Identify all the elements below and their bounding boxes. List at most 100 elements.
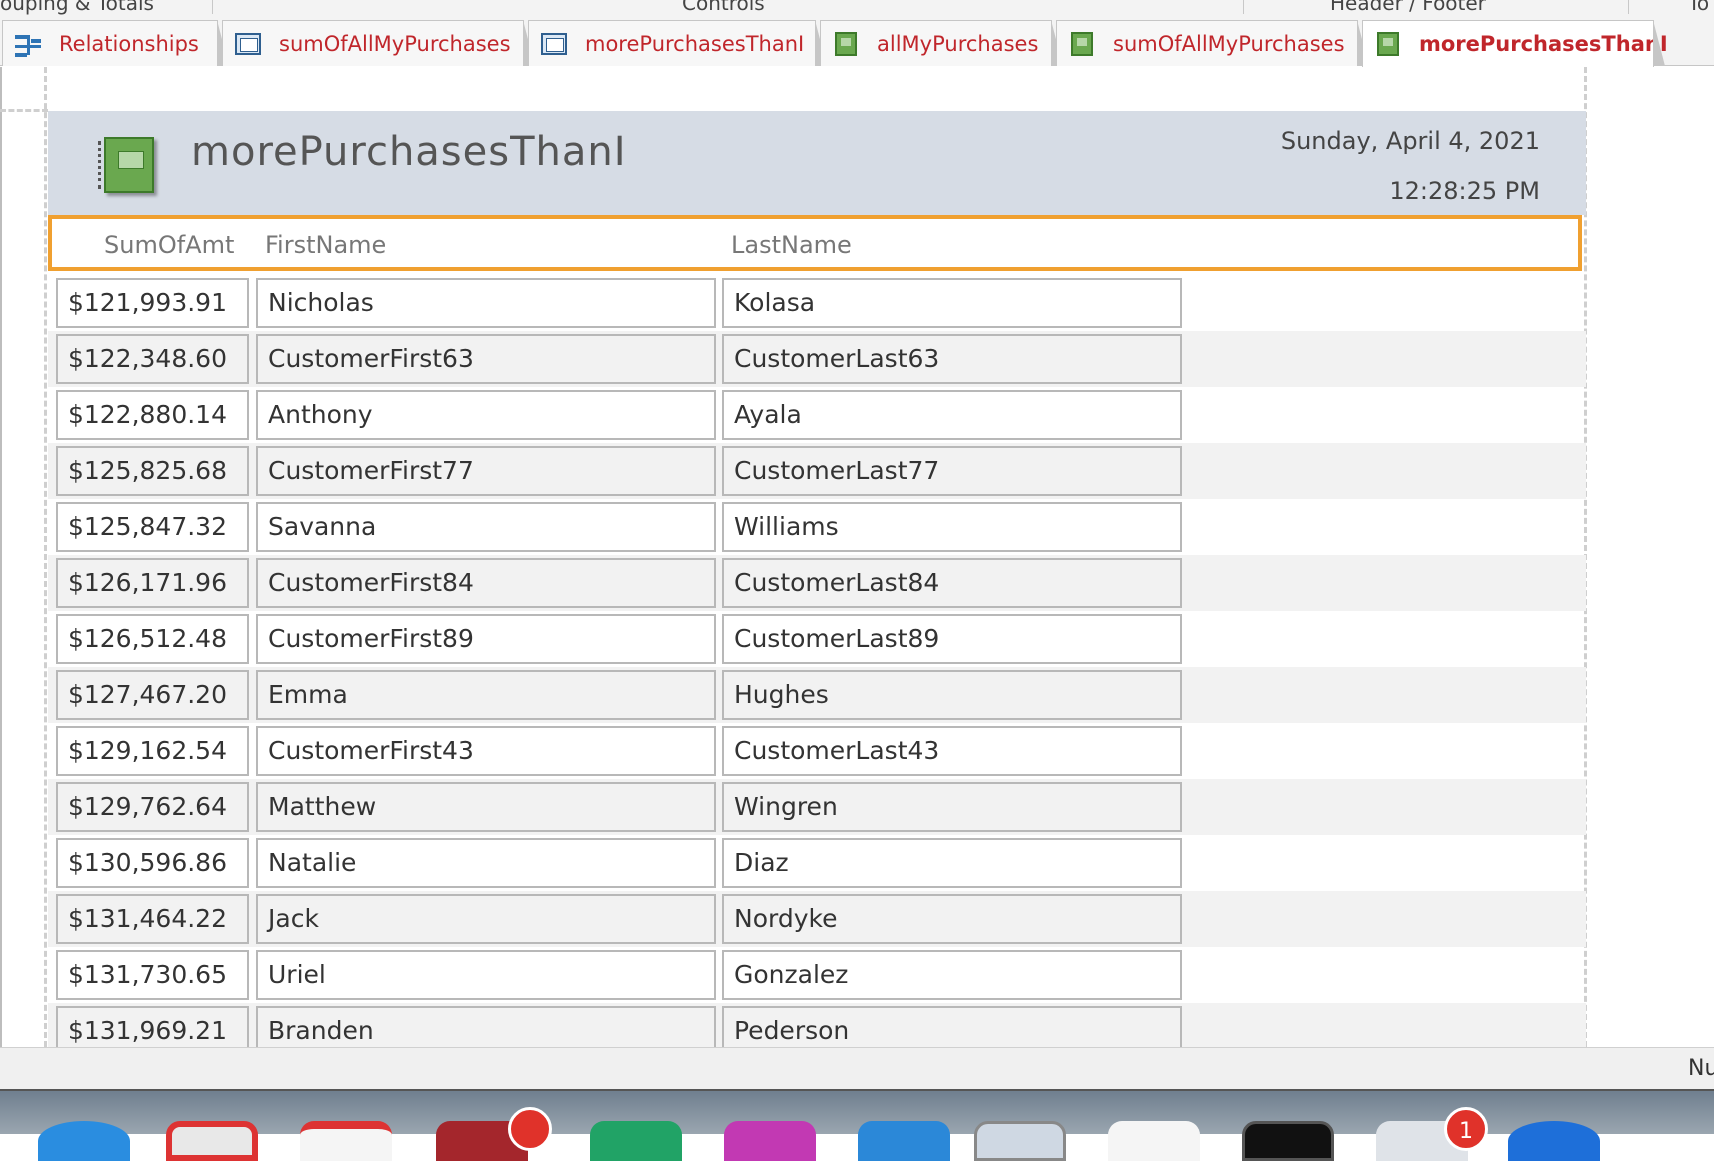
- amount-cell[interactable]: $130,596.86: [56, 838, 249, 888]
- page-header-section[interactable]: SumOfAmt FirstName LastName: [48, 215, 1582, 271]
- lastname-cell[interactable]: CustomerLast43: [722, 726, 1182, 776]
- amount-cell[interactable]: $129,162.54: [56, 726, 249, 776]
- lastname-cell[interactable]: Hughes: [722, 670, 1182, 720]
- amount-cell[interactable]: $126,512.48: [56, 614, 249, 664]
- lastname-cell[interactable]: CustomerLast77: [722, 446, 1182, 496]
- status-bar: Nu: [0, 1047, 1714, 1089]
- tab-label: sumOfAllMyPurchases: [1113, 31, 1345, 56]
- column-header-lastname[interactable]: LastName: [731, 231, 852, 259]
- table-row: $129,762.64 Matthew Wingren: [48, 779, 1586, 835]
- report-header-section[interactable]: morePurchasesThanI Sunday, April 4, 2021…: [48, 111, 1586, 215]
- lastname-cell[interactable]: Nordyke: [722, 894, 1182, 944]
- firstname-cell[interactable]: Jack: [256, 894, 716, 944]
- document-tab-bar: Relationships sumOfAllMyPurchases morePu…: [0, 16, 1714, 67]
- amount-cell[interactable]: $129,762.64: [56, 782, 249, 832]
- app-icon-10[interactable]: [1242, 1121, 1334, 1161]
- table-row: $131,730.65 Uriel Gonzalez: [48, 947, 1586, 1003]
- report-title[interactable]: morePurchasesThanI: [191, 129, 627, 175]
- ribbon-separator: [1628, 0, 1629, 14]
- app-icon-8[interactable]: [974, 1121, 1066, 1161]
- amount-cell[interactable]: $126,171.96: [56, 558, 249, 608]
- tab-query-sumofallmypurchases[interactable]: sumOfAllMyPurchases: [222, 20, 535, 66]
- firstname-cell[interactable]: CustomerFirst77: [256, 446, 716, 496]
- firstname-cell[interactable]: CustomerFirst63: [256, 334, 716, 384]
- amount-cell[interactable]: $122,880.14: [56, 390, 249, 440]
- ribbon-separator: [1243, 0, 1244, 14]
- status-numlock-indicator: Nu: [1688, 1056, 1714, 1081]
- tab-report-morepurchasesthani[interactable]: morePurchasesThanI: [1362, 20, 1668, 67]
- table-row: $121,993.91 Nicholas Kolasa: [48, 275, 1586, 331]
- tab-label: allMyPurchases: [877, 31, 1039, 56]
- lastname-cell[interactable]: Gonzalez: [722, 950, 1182, 1000]
- report-date[interactable]: Sunday, April 4, 2021: [1281, 127, 1540, 155]
- amount-cell[interactable]: $131,464.22: [56, 894, 249, 944]
- report-icon: [1373, 31, 1403, 57]
- column-header-sumofamt[interactable]: SumOfAmt: [104, 231, 234, 259]
- table-row: $122,880.14 Anthony Ayala: [48, 387, 1586, 443]
- table-row: $130,596.86 Natalie Diaz: [48, 835, 1586, 891]
- app-icon-9[interactable]: [1108, 1121, 1200, 1161]
- ribbon-separator: [212, 0, 213, 14]
- amount-cell[interactable]: $125,825.68: [56, 446, 249, 496]
- query-icon: [233, 31, 263, 57]
- ribbon-group-tools: To: [1688, 0, 1710, 15]
- table-row: $129,162.54 CustomerFirst43 CustomerLast…: [48, 723, 1586, 779]
- firstname-cell[interactable]: CustomerFirst84: [256, 558, 716, 608]
- app-icon-3[interactable]: [300, 1121, 392, 1161]
- firstname-cell[interactable]: CustomerFirst89: [256, 614, 716, 664]
- amount-cell[interactable]: $121,993.91: [56, 278, 249, 328]
- amount-cell[interactable]: $122,348.60: [56, 334, 249, 384]
- lastname-cell[interactable]: CustomerLast89: [722, 614, 1182, 664]
- relationships-icon: [13, 31, 43, 57]
- report-margin-guide: [0, 109, 48, 112]
- table-row: $126,171.96 CustomerFirst84 CustomerLast…: [48, 555, 1586, 611]
- amount-cell[interactable]: $125,847.32: [56, 502, 249, 552]
- lastname-cell[interactable]: Wingren: [722, 782, 1182, 832]
- tab-report-sumofallmypurchases[interactable]: sumOfAllMyPurchases: [1056, 20, 1369, 66]
- lastname-cell[interactable]: Diaz: [722, 838, 1182, 888]
- ribbon-group-controls: Controls: [682, 0, 765, 15]
- firstname-cell[interactable]: Emma: [256, 670, 716, 720]
- app-icon-2[interactable]: [166, 1121, 258, 1161]
- report-time[interactable]: 12:28:25 PM: [1389, 177, 1540, 205]
- firstname-cell[interactable]: Anthony: [256, 390, 716, 440]
- firstname-cell[interactable]: Savanna: [256, 502, 716, 552]
- table-row: $125,825.68 CustomerFirst77 CustomerLast…: [48, 443, 1586, 499]
- table-row: $125,847.32 Savanna Williams: [48, 499, 1586, 555]
- amount-cell[interactable]: $127,467.20: [56, 670, 249, 720]
- table-row: $122,348.60 CustomerFirst63 CustomerLast…: [48, 331, 1586, 387]
- lastname-cell[interactable]: CustomerLast84: [722, 558, 1182, 608]
- app-icon-12[interactable]: [1508, 1121, 1600, 1161]
- tab-label: morePurchasesThanI: [585, 31, 805, 56]
- column-header-firstname[interactable]: FirstName: [265, 231, 386, 259]
- tab-report-allmypurchases[interactable]: allMyPurchases: [820, 20, 1063, 66]
- firstname-cell[interactable]: Matthew: [256, 782, 716, 832]
- lastname-cell[interactable]: Ayala: [722, 390, 1182, 440]
- firstname-cell[interactable]: Natalie: [256, 838, 716, 888]
- tab-relationships[interactable]: Relationships: [2, 20, 229, 66]
- query-icon: [539, 31, 569, 57]
- app-icon-7[interactable]: [858, 1121, 950, 1161]
- tab-label: Relationships: [59, 31, 199, 56]
- tab-query-morepurchasesthani[interactable]: morePurchasesThanI: [528, 20, 827, 66]
- firstname-cell[interactable]: CustomerFirst43: [256, 726, 716, 776]
- notification-badge: 1: [1444, 1107, 1488, 1151]
- report-icon: [1067, 31, 1097, 57]
- canvas-left-edge: [0, 67, 2, 1047]
- app-icon-1[interactable]: [38, 1121, 130, 1161]
- lastname-cell[interactable]: CustomerLast63: [722, 334, 1182, 384]
- app-icon-6[interactable]: [724, 1121, 816, 1161]
- ribbon-group-labels: ouping & Totals Controls Header / Footer…: [0, 0, 1714, 16]
- tab-label: morePurchasesThanI: [1419, 32, 1668, 56]
- amount-cell[interactable]: $131,730.65: [56, 950, 249, 1000]
- report-layout-canvas: morePurchasesThanI Sunday, April 4, 2021…: [0, 67, 1714, 1059]
- table-row: $131,464.22 Jack Nordyke: [48, 891, 1586, 947]
- ribbon-group-grouping: ouping & Totals: [0, 0, 154, 15]
- lastname-cell[interactable]: Williams: [722, 502, 1182, 552]
- lastname-cell[interactable]: Kolasa: [722, 278, 1182, 328]
- ribbon-group-header-footer: Header / Footer: [1330, 0, 1486, 15]
- app-icon-5[interactable]: [590, 1121, 682, 1161]
- os-taskbar: 1: [0, 1089, 1714, 1161]
- firstname-cell[interactable]: Nicholas: [256, 278, 716, 328]
- firstname-cell[interactable]: Uriel: [256, 950, 716, 1000]
